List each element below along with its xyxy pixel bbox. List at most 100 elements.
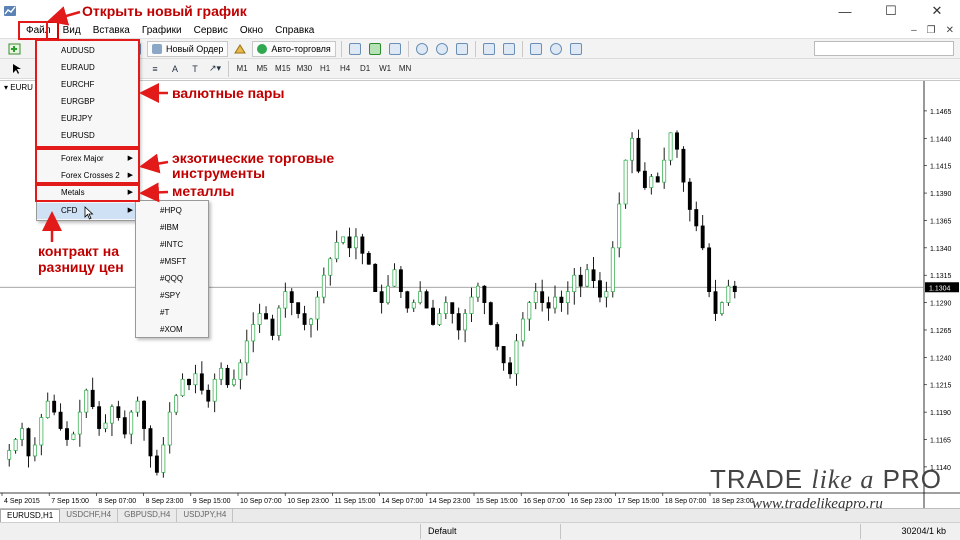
y-tick-label: 1.1365 [930, 218, 952, 225]
y-tick-label: 1.1190 [930, 410, 951, 417]
menu-item-forex-major[interactable]: Forex Major ▶ [37, 151, 138, 167]
menu-file[interactable]: Файл [18, 20, 59, 40]
line-chart-icon[interactable] [386, 41, 404, 57]
timeframe-w1[interactable]: W1 [375, 61, 395, 77]
submenu-item-spy[interactable]: #SPY [136, 288, 208, 304]
submenu-item-msft[interactable]: #MSFT [136, 254, 208, 270]
timeframe-h4[interactable]: H4 [335, 61, 355, 77]
auto-trading-button[interactable]: Авто-торговля [252, 40, 336, 57]
menu-charts[interactable]: Графики [136, 23, 188, 38]
submenu-item-intc[interactable]: #INTC [136, 237, 208, 253]
timeframe-m5[interactable]: M5 [252, 61, 272, 77]
y-tick-label: 1.1390 [930, 191, 952, 198]
menu-item-metals[interactable]: Metals ▶ [37, 185, 138, 201]
menu-insert[interactable]: Вставка [87, 23, 136, 38]
x-tick-label: 16 Sep 07:00 [523, 498, 565, 505]
auto-trading-label: Авто-торговля [271, 43, 331, 54]
label-tool-icon[interactable]: T [186, 61, 204, 77]
candle-body [328, 258, 333, 276]
menu-item-euraud[interactable]: EURAUD [37, 60, 138, 76]
candle-body [161, 444, 166, 473]
candle-body [495, 324, 500, 347]
periods-icon[interactable] [547, 41, 565, 57]
menu-item-eurgbp[interactable]: EURGBP [37, 94, 138, 110]
autoscroll-icon[interactable] [500, 41, 518, 57]
arrows-tool-icon[interactable]: ↗▾ [206, 61, 224, 77]
timeframe-m15[interactable]: M15 [272, 61, 294, 77]
x-tick-label: 16 Sep 23:00 [570, 498, 612, 505]
timeframe-d1[interactable]: D1 [355, 61, 375, 77]
annotation-exotic-line1: экзотические торговые [172, 150, 335, 166]
new-chart-button[interactable] [6, 41, 24, 57]
candle-body [193, 373, 198, 386]
file-new-chart-menu: AUDUSD EURAUD EURCHF EURGBP EURJPY EURUS… [36, 40, 139, 221]
timeframe-mn[interactable]: MN [395, 61, 415, 77]
search-input[interactable] [814, 41, 954, 56]
tab-usdchf-h4[interactable]: USDCHF,H4 [60, 509, 119, 522]
x-tick-label: 4 Sep 2015 [4, 498, 40, 505]
candle-body [77, 411, 82, 435]
candle-body [270, 318, 275, 336]
timeframe-m1[interactable]: M1 [232, 61, 252, 77]
candle-body [366, 252, 371, 265]
menu-item-label: Forex Major [61, 154, 104, 163]
menu-help[interactable]: Справка [269, 23, 320, 38]
tab-usdjpy-h4[interactable]: USDJPY,H4 [177, 509, 234, 522]
candle-body [630, 137, 635, 161]
candle-body [90, 389, 95, 408]
candle-body [231, 378, 236, 386]
new-order-button[interactable]: Новый Ордер [147, 40, 229, 57]
candle-body [276, 307, 281, 336]
strategy-tester-icon[interactable] [231, 41, 249, 57]
mdi-minimize-icon[interactable]: – [911, 25, 917, 36]
fibo-tool-icon[interactable]: ≡ [146, 61, 164, 77]
candle-body [719, 302, 724, 314]
tab-eurusd-h1[interactable]: EURUSD,H1 [0, 509, 61, 522]
candle-body [642, 170, 647, 188]
menu-window[interactable]: Окно [234, 23, 269, 38]
zoom-in-icon[interactable] [413, 41, 431, 57]
indicators-icon[interactable] [527, 41, 545, 57]
submenu-item-ibm[interactable]: #IBM [136, 220, 208, 236]
zoom-out-icon[interactable] [433, 41, 451, 57]
submenu-item-hpq[interactable]: #HPQ [136, 203, 208, 219]
mdi-close-icon[interactable]: ✕ [946, 25, 954, 36]
current-price-label: 1.1304 [929, 285, 951, 292]
candle-body [103, 422, 108, 429]
bar-chart-icon[interactable] [346, 41, 364, 57]
submenu-item-qqq[interactable]: #QQQ [136, 271, 208, 287]
candle-body [578, 274, 583, 287]
candle-body [450, 302, 455, 314]
minimize-button[interactable]: — [822, 0, 868, 22]
menu-item-eurchf[interactable]: EURCHF [37, 77, 138, 93]
timeframe-m30[interactable]: M30 [294, 61, 316, 77]
candle-body [315, 296, 320, 320]
mdi-restore-icon[interactable]: ❐ [927, 25, 936, 36]
templates-icon[interactable] [567, 41, 585, 57]
y-tick-label: 1.1315 [930, 273, 952, 280]
maximize-button[interactable]: ☐ [868, 0, 914, 22]
candle-body [309, 318, 313, 325]
cursor-tool-icon[interactable] [8, 61, 26, 77]
timeframe-h1[interactable]: H1 [315, 61, 335, 77]
candlestick-chart-icon[interactable] [366, 41, 384, 57]
text-tool-icon[interactable]: A [166, 61, 184, 77]
x-tick-label: 14 Sep 23:00 [429, 498, 471, 505]
menu-item-eurusd[interactable]: EURUSD [37, 128, 138, 144]
submenu-item-t[interactable]: #T [136, 305, 208, 321]
candle-body [424, 291, 429, 309]
candle-body [508, 362, 513, 375]
chart-shift-icon[interactable] [480, 41, 498, 57]
menu-item-eurjpy[interactable]: EURJPY [37, 111, 138, 127]
menu-item-forex-crosses-2[interactable]: Forex Crosses 2 ▶ [37, 168, 138, 184]
submenu-item-xom[interactable]: #XOM [136, 322, 208, 338]
close-button[interactable]: ✕ [914, 0, 960, 22]
candle-body [559, 296, 564, 303]
menu-item-audusd[interactable]: AUDUSD [37, 43, 138, 59]
candle-body [411, 302, 416, 309]
menu-view[interactable]: Вид [57, 23, 87, 38]
tile-windows-icon[interactable] [453, 41, 471, 57]
candle-body [585, 269, 590, 287]
tab-gbpusd-h4[interactable]: GBPUSD,H4 [118, 509, 178, 522]
menu-tools[interactable]: Сервис [188, 23, 234, 38]
